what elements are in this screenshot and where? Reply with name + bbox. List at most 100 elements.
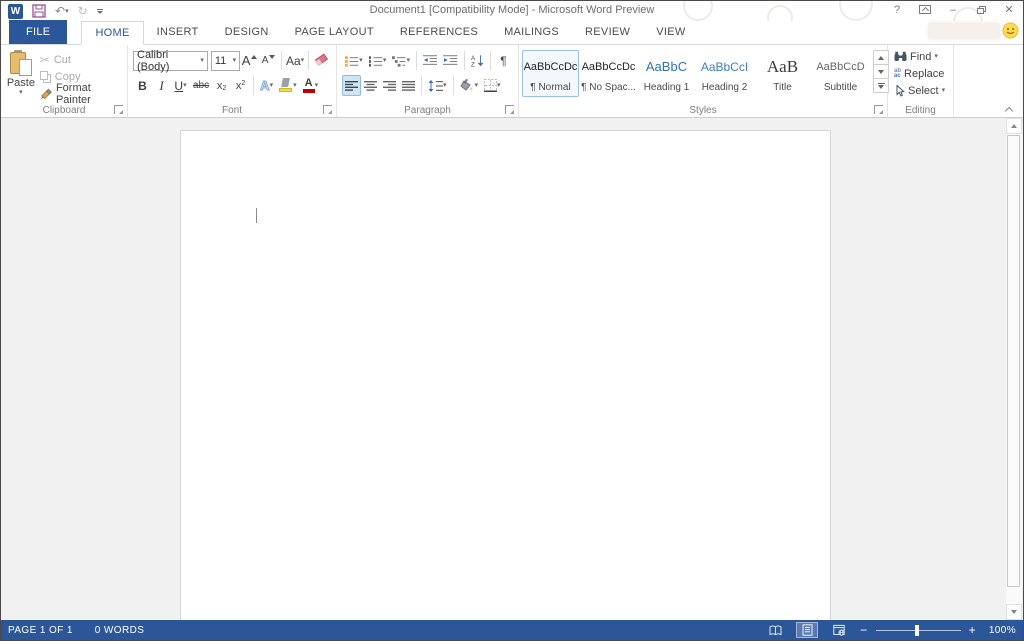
font-size-combo[interactable]: 11 ▾	[211, 51, 240, 71]
select-button[interactable]: Select▾	[894, 82, 950, 99]
font-family-combo[interactable]: Calibri (Body) ▾	[133, 51, 208, 71]
tab-home[interactable]: HOME	[81, 21, 143, 45]
close-button[interactable]: ✕	[1003, 3, 1015, 16]
copy-icon	[40, 71, 51, 83]
print-layout-button[interactable]	[796, 622, 818, 638]
tab-page-layout[interactable]: PAGE LAYOUT	[282, 20, 387, 44]
bullets-button[interactable]: ▾	[342, 50, 366, 71]
shading-button[interactable]: ▾	[457, 75, 482, 96]
decrease-indent-icon	[423, 55, 437, 67]
restore-icon	[977, 6, 986, 14]
styles-more-button[interactable]	[873, 78, 889, 93]
line-spacing-button[interactable]: ▾	[425, 75, 450, 96]
style-heading-2[interactable]: AaBbCcI Heading 2	[696, 50, 753, 97]
grow-font-button[interactable]: A	[240, 50, 259, 71]
scroll-down-button[interactable]	[1006, 604, 1022, 620]
font-group-label: Font	[128, 105, 336, 116]
zoom-level[interactable]: 100%	[986, 625, 1016, 636]
tab-view[interactable]: VIEW	[643, 20, 698, 44]
account-name-blurred[interactable]	[928, 23, 1000, 39]
format-painter-button[interactable]: Format Painter	[40, 85, 124, 102]
bold-button[interactable]: B	[133, 75, 152, 96]
align-center-button[interactable]	[361, 75, 380, 96]
clear-formatting-button[interactable]	[312, 50, 331, 71]
scrollbar-thumb[interactable]	[1007, 135, 1020, 587]
minimize-button[interactable]: –	[947, 4, 959, 16]
styles-group-label: Styles	[519, 105, 887, 116]
ribbon-display-options-button[interactable]	[919, 5, 931, 14]
find-button[interactable]: Find▾	[894, 48, 950, 65]
subscript-button[interactable]: x2	[212, 75, 231, 96]
clipboard-dialog-launcher-icon[interactable]	[114, 105, 123, 114]
numbering-button[interactable]: ▾	[366, 50, 390, 71]
paste-dropdown-icon[interactable]: ▾	[19, 89, 23, 96]
ribbon-display-icon	[919, 5, 931, 14]
show-hide-marks-button[interactable]: ¶	[494, 50, 513, 71]
grow-font-icon: A	[242, 55, 251, 67]
superscript-button[interactable]: x2	[231, 75, 250, 96]
increase-indent-button[interactable]	[440, 50, 460, 71]
change-case-button[interactable]: Aa▾	[285, 50, 305, 71]
word-count[interactable]: 0 WORDS	[95, 625, 144, 636]
font-family-dropdown-icon[interactable]: ▾	[197, 57, 204, 64]
strikethrough-button[interactable]: abc	[190, 75, 212, 96]
text-effects-icon: A	[260, 78, 269, 93]
tab-insert[interactable]: INSERT	[144, 20, 212, 44]
sort-icon: A Z	[471, 54, 484, 67]
read-mode-button[interactable]	[764, 622, 786, 638]
feedback-smiley-icon[interactable]	[1002, 22, 1019, 39]
decrease-indent-button[interactable]	[420, 50, 440, 71]
paste-button[interactable]: Paste ▾	[4, 48, 38, 103]
text-effects-button[interactable]: A▾	[257, 75, 276, 96]
underline-button[interactable]: U▾	[171, 75, 190, 96]
font-color-button[interactable]: A▾	[300, 75, 322, 96]
format-painter-label: Format Painter	[56, 82, 124, 106]
strikethrough-icon: abc	[193, 80, 209, 91]
styles-scroll-up-button[interactable]	[873, 50, 889, 65]
font-size-dropdown-icon[interactable]: ▾	[230, 57, 237, 64]
tab-references[interactable]: REFERENCES	[387, 20, 491, 44]
align-left-button[interactable]	[342, 75, 361, 96]
italic-icon: I	[159, 78, 163, 94]
sort-button[interactable]: A Z	[468, 50, 487, 71]
style-heading-1[interactable]: AaBbC Heading 1	[638, 50, 695, 97]
style-title[interactable]: AaB Title	[754, 50, 811, 97]
styles-scroll-buttons	[873, 51, 889, 103]
tab-review[interactable]: REVIEW	[572, 20, 643, 44]
text-highlight-button[interactable]: ▾	[276, 75, 300, 96]
style-normal[interactable]: AaBbCcDc ¶ Normal	[522, 50, 579, 97]
zoom-in-button[interactable]: +	[969, 625, 976, 635]
replace-button[interactable]: ab ac Replace	[894, 65, 950, 82]
styles-scroll-down-button[interactable]	[873, 64, 889, 79]
borders-button[interactable]: ▾	[481, 75, 504, 96]
zoom-slider[interactable]	[876, 630, 961, 631]
style-sample: AaB	[767, 51, 798, 82]
shrink-font-button[interactable]: A	[259, 50, 278, 71]
style-subtitle[interactable]: AaBbCcD Subtitle	[812, 50, 869, 97]
collapse-ribbon-icon[interactable]	[1005, 107, 1013, 112]
document-page[interactable]	[180, 130, 831, 620]
scroll-up-button[interactable]	[1006, 118, 1022, 134]
zoom-out-button[interactable]: −	[860, 625, 867, 635]
paragraph-dialog-launcher-icon[interactable]	[505, 105, 514, 114]
tab-file[interactable]: FILE	[9, 20, 67, 44]
zoom-slider-thumb[interactable]	[915, 625, 919, 636]
align-right-button[interactable]	[380, 75, 399, 96]
cut-button[interactable]: ✂ Cut	[40, 51, 124, 68]
tab-mailings[interactable]: MAILINGS	[491, 20, 572, 44]
vertical-scrollbar[interactable]	[1006, 118, 1022, 620]
page-count[interactable]: PAGE 1 OF 1	[8, 625, 73, 636]
bullets-icon	[345, 55, 359, 67]
group-clipboard: Paste ▾ ✂ Cut Copy Fo	[1, 45, 128, 117]
restore-button[interactable]	[975, 6, 987, 14]
style-no-spacing[interactable]: AaBbCcDc ¶ No Spac...	[580, 50, 637, 97]
help-button[interactable]: ?	[891, 4, 903, 16]
subscript-icon: x2	[217, 80, 226, 92]
italic-button[interactable]: I	[152, 75, 171, 96]
styles-dialog-launcher-icon[interactable]	[874, 105, 883, 114]
multilevel-list-button[interactable]: ▾	[389, 50, 413, 71]
tab-design[interactable]: DESIGN	[212, 20, 282, 44]
justify-button[interactable]	[399, 75, 418, 96]
web-layout-button[interactable]	[828, 622, 850, 638]
font-dialog-launcher-icon[interactable]	[323, 105, 332, 114]
